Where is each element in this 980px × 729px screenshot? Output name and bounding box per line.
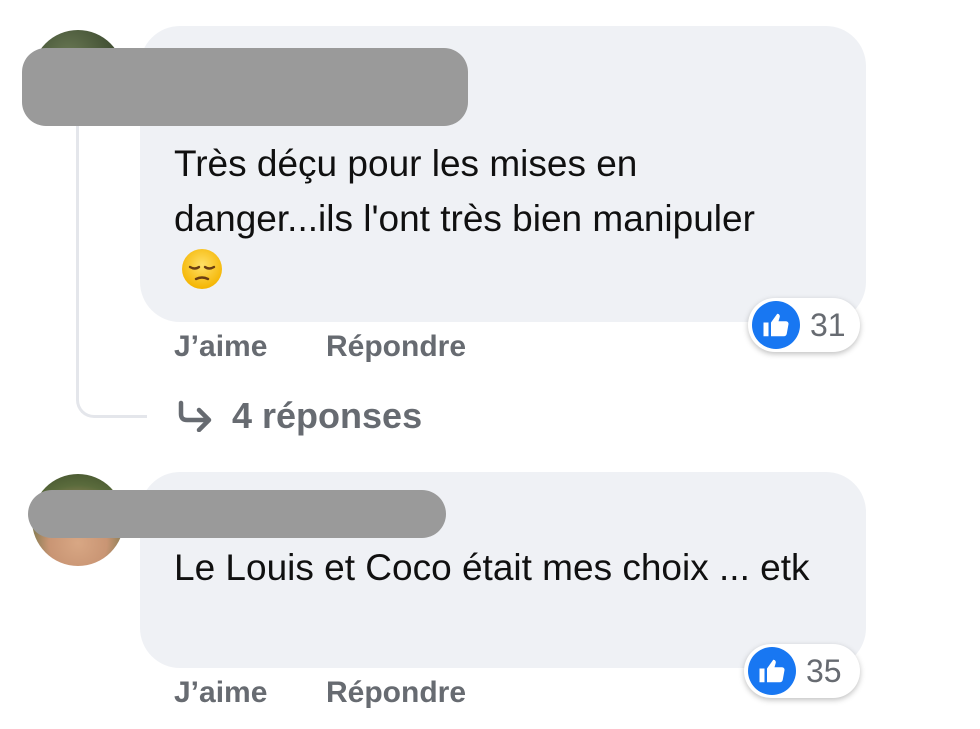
thread-connector-line [76, 120, 147, 418]
redacted-author-name [22, 48, 468, 126]
reply-button[interactable]: Répondre [326, 330, 466, 364]
view-replies-link[interactable]: 4 réponses [176, 394, 422, 438]
comment-text: Très déçu pour les mises en danger...ils… [174, 136, 794, 306]
reaction-count-badge[interactable]: 31 [748, 298, 860, 352]
reaction-count: 35 [806, 652, 842, 689]
reaction-count-badge[interactable]: 35 [744, 644, 860, 698]
reply-arrow-icon [176, 400, 214, 432]
like-button[interactable]: J’aime [174, 676, 267, 710]
replies-count-label: 4 réponses [232, 395, 423, 436]
pensive-face-icon [180, 247, 224, 306]
comment-text: Le Louis et Coco était mes choix ... etk [174, 547, 810, 588]
thumbs-up-icon [752, 301, 800, 349]
like-button[interactable]: J’aime [174, 330, 267, 364]
redacted-author-name [28, 490, 446, 538]
thumbs-up-icon [748, 647, 796, 695]
comment-text-content: Très déçu pour les mises en danger...ils… [174, 143, 755, 239]
reply-button[interactable]: Répondre [326, 676, 466, 710]
reaction-count: 31 [810, 306, 846, 343]
